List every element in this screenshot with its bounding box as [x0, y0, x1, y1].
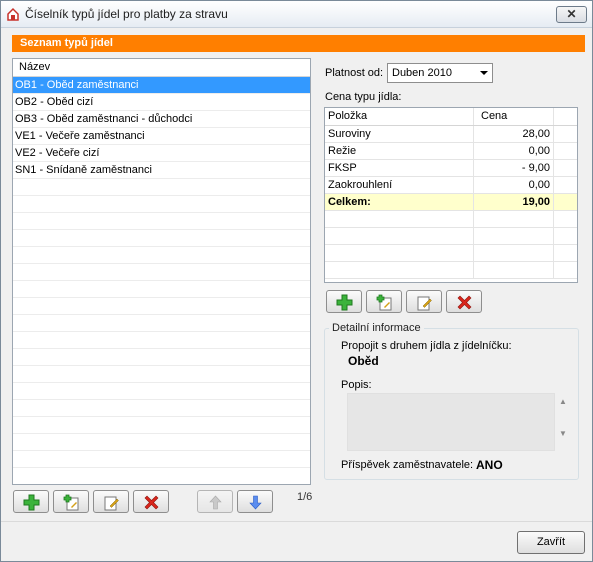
- cell-price: 0,00: [474, 143, 554, 159]
- edit-icon: [104, 496, 119, 511]
- app-icon: [7, 7, 19, 21]
- copy-meal-type-button[interactable]: [53, 490, 89, 513]
- cell-total-price: 19,00: [474, 194, 554, 210]
- list-column-header[interactable]: Název: [13, 59, 310, 77]
- list-item[interactable]: SN1 - Snídaně zaměstnanci: [13, 162, 310, 179]
- scroll-down-icon[interactable]: ▼: [559, 429, 567, 438]
- main-window: Číselník typů jídel pro platby za stravu…: [0, 0, 593, 562]
- table-row[interactable]: Suroviny 28,00: [325, 126, 577, 143]
- list-item[interactable]: OB3 - Oběd zaměstnanci - důchodci: [13, 111, 310, 128]
- link-label: Propojit s druhem jídla z jídelníčku:: [341, 340, 512, 352]
- table-row[interactable]: Zaokrouhlení 0,00: [325, 177, 577, 194]
- close-icon: ✕: [566, 7, 577, 21]
- add-icon: [336, 294, 353, 311]
- cell-price: 28,00: [474, 126, 554, 142]
- move-down-button[interactable]: [237, 490, 273, 513]
- arrow-down-icon: [249, 495, 262, 510]
- empty-row: [13, 468, 310, 484]
- move-up-button[interactable]: [197, 490, 233, 513]
- empty-row: [13, 196, 310, 213]
- empty-row: [13, 417, 310, 434]
- detail-title: Detailní informace: [329, 322, 424, 334]
- description-field[interactable]: [347, 393, 555, 451]
- title-bar: Číselník typů jídel pro platby za stravu…: [1, 1, 592, 28]
- record-counter: 1/6: [297, 491, 313, 503]
- grid-header-row: Položka Cena: [325, 108, 577, 126]
- validity-dropdown[interactable]: Duben 2010: [387, 63, 493, 83]
- add-meal-type-button[interactable]: [13, 490, 49, 513]
- table-row[interactable]: FKSP - 9,00: [325, 160, 577, 177]
- cell-price: - 9,00: [474, 160, 554, 176]
- description-scrollbar[interactable]: ▲ ▼: [559, 397, 567, 438]
- empty-row: [13, 281, 310, 298]
- arrow-up-icon: [209, 495, 222, 510]
- window-close-button[interactable]: ✕: [556, 6, 587, 23]
- cell-total-label: Celkem:: [325, 194, 474, 210]
- footer-divider: [1, 521, 592, 522]
- add-copy-icon: [376, 294, 392, 311]
- add-copy-icon: [63, 494, 79, 511]
- empty-row: [325, 228, 577, 245]
- empty-row: [13, 298, 310, 315]
- total-row: Celkem: 19,00: [325, 194, 577, 211]
- window-title: Číselník typů jídel pro platby za stravu: [25, 7, 228, 21]
- meal-type-list[interactable]: Název OB1 - Oběd zaměstnanci OB2 - Oběd …: [12, 58, 311, 485]
- list-item[interactable]: OB2 - Oběd cizí: [13, 94, 310, 111]
- add-price-item-button[interactable]: [326, 290, 362, 313]
- column-header-price[interactable]: Cena: [474, 108, 554, 125]
- empty-row: [13, 230, 310, 247]
- list-item[interactable]: VE2 - Večeře cizí: [13, 145, 310, 162]
- empty-row: [13, 213, 310, 230]
- empty-row: [325, 245, 577, 262]
- empty-row: [13, 332, 310, 349]
- description-label: Popis:: [341, 379, 372, 391]
- close-button[interactable]: Zavřít: [517, 531, 585, 554]
- list-item[interactable]: VE1 - Večeře zaměstnanci: [13, 128, 310, 145]
- empty-row: [13, 264, 310, 281]
- edit-meal-type-button[interactable]: [93, 490, 129, 513]
- delete-price-item-button[interactable]: [446, 290, 482, 313]
- empty-row: [13, 366, 310, 383]
- delete-meal-type-button[interactable]: [133, 490, 169, 513]
- delete-icon: [457, 295, 472, 310]
- list-item[interactable]: OB1 - Oběd zaměstnanci: [13, 77, 310, 94]
- empty-row: [13, 434, 310, 451]
- empty-row: [13, 400, 310, 417]
- section-header: Seznam typů jídel: [12, 35, 585, 52]
- table-row[interactable]: Režie 0,00: [325, 143, 577, 160]
- empty-row: [325, 262, 577, 279]
- empty-row: [13, 179, 310, 196]
- link-value: Oběd: [348, 354, 379, 368]
- cell-item: Režie: [325, 143, 474, 159]
- scroll-up-icon[interactable]: ▲: [559, 397, 567, 406]
- cell-item: Suroviny: [325, 126, 474, 142]
- empty-row: [325, 211, 577, 228]
- empty-row: [13, 383, 310, 400]
- empty-row: [13, 315, 310, 332]
- price-grid[interactable]: Položka Cena Suroviny 28,00 Režie 0,00 F…: [324, 107, 578, 283]
- contribution-label: Příspěvek zaměstnavatele:: [341, 459, 474, 471]
- price-label: Cena typu jídla:: [325, 91, 402, 103]
- copy-price-item-button[interactable]: [366, 290, 402, 313]
- validity-label: Platnost od:: [325, 67, 384, 79]
- edit-price-item-button[interactable]: [406, 290, 442, 313]
- cell-item: Zaokrouhlení: [325, 177, 474, 193]
- empty-row: [13, 247, 310, 264]
- delete-icon: [144, 495, 159, 510]
- cell-price: 0,00: [474, 177, 554, 193]
- column-header-item[interactable]: Položka: [325, 108, 474, 125]
- cell-item: FKSP: [325, 160, 474, 176]
- empty-row: [13, 349, 310, 366]
- chevron-down-icon: [480, 71, 488, 75]
- edit-icon: [417, 296, 432, 311]
- add-icon: [23, 494, 40, 511]
- validity-value: Duben 2010: [392, 67, 452, 79]
- empty-row: [13, 451, 310, 468]
- contribution-value: ANO: [476, 458, 503, 472]
